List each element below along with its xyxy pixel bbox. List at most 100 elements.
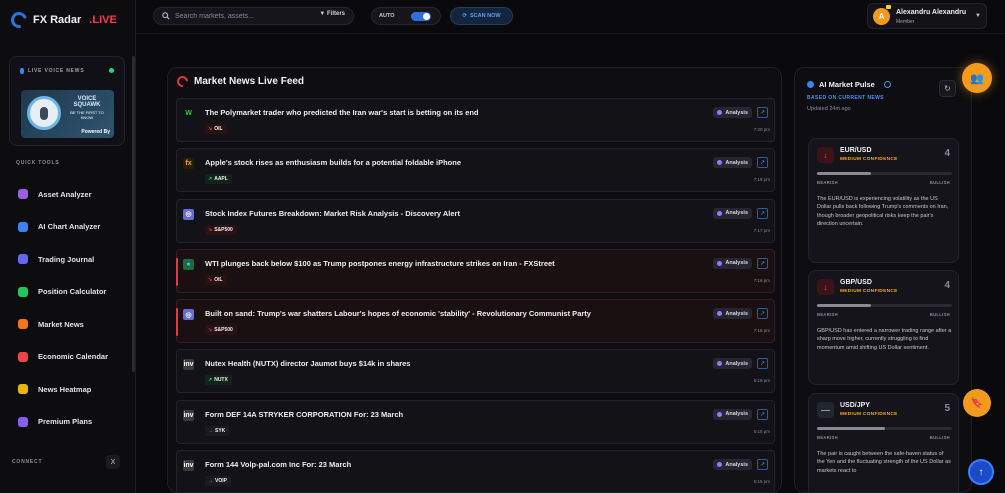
ticker-badge[interactable]: ↗ NUTX	[205, 375, 232, 386]
sidebar-scrollbar[interactable]	[132, 56, 135, 372]
source-logo-icon: ●	[183, 258, 194, 270]
analysis-label: Analysis	[725, 109, 748, 116]
analysis-button[interactable]: Analysis	[713, 358, 752, 370]
auto-label: AUTO	[379, 13, 395, 19]
scroll-top-button[interactable]: ↑	[968, 459, 994, 485]
bookmark-icon: 🔖	[970, 397, 984, 409]
sidebar-item-label: AI Chart Analyzer	[38, 222, 101, 232]
sidebar-item-premium-plans[interactable]: Premium Plans	[14, 406, 129, 439]
sidebar-item-position-calculator[interactable]: Position Calculator	[14, 276, 129, 309]
external-link-icon[interactable]: ↗	[757, 358, 768, 370]
news-title[interactable]: Stock Index Futures Breakdown: Market Ri…	[205, 209, 460, 218]
ticker-badge[interactable]: ↗ AAPL	[205, 174, 232, 185]
sentiment-fill	[817, 304, 871, 307]
sidebar-item-trading-journal[interactable]: Trading Journal	[14, 243, 129, 276]
filters-label: Filters	[326, 11, 345, 17]
external-link-icon[interactable]: ↗	[757, 408, 768, 420]
filters-button[interactable]: ▼ Filters	[319, 11, 345, 17]
news-item[interactable]: ◎ Built on sand: Trump's war shatters Lab…	[176, 299, 775, 344]
crown-badge-icon	[886, 5, 891, 9]
ticker-badge[interactable]: ↘ S&P500	[205, 224, 237, 235]
live-voice-news-card[interactable]: LIVE VOICE NEWS VOICE SQUAWK BE THE FIRS…	[9, 56, 125, 146]
news-item[interactable]: ◎ Stock Index Futures Breakdown: Market R…	[176, 198, 775, 243]
analysis-button[interactable]: Analysis	[713, 107, 752, 118]
news-title[interactable]: Form DEF 14A STRYKER CORPORATION For: 23…	[205, 410, 403, 419]
scan-now-button[interactable]: ⟳ SCAN NOW	[450, 7, 513, 25]
users-group-icon: 👥	[970, 72, 984, 85]
pulse-card[interactable]: ↓ EUR/USD MEDIUM CONFIDENCE 4 BEARISH BULLISH…	[808, 138, 959, 263]
news-item[interactable]: W The Polymarket trader who predicted the…	[176, 98, 775, 142]
pulse-card[interactable]: ↓ GBP/USD MEDIUM CONFIDENCE 4 BEARISH BULLISH…	[808, 270, 959, 385]
feed-title: Market News Live Feed	[194, 76, 305, 87]
voice-squawk-banner[interactable]: VOICE SQUAWK BE THE FIRST TO KNOW Powere…	[21, 90, 114, 138]
analysis-label: Analysis	[725, 260, 748, 267]
ticker-symbol: OIL	[214, 126, 223, 132]
sentiment-fill	[817, 427, 885, 430]
bullish-label: BULLISH	[929, 312, 950, 317]
analysis-button[interactable]: Analysis	[713, 257, 752, 269]
ticker-badge[interactable]: → SYK	[205, 425, 230, 436]
pulse-score: 5	[944, 403, 950, 414]
community-button[interactable]: 👥	[962, 63, 992, 93]
bookmark-button[interactable]: 🔖	[963, 389, 991, 417]
sidebar-item-economic-calendar[interactable]: Economic Calendar	[14, 341, 129, 374]
x-social-button[interactable]: X	[106, 455, 120, 469]
currency-pair: EUR/USD	[840, 147, 872, 154]
pulse-icon	[807, 81, 814, 88]
news-item[interactable]: inv Form 144 Volp-pal.com Inc For: 23 Mar…	[176, 450, 775, 492]
analysis-button[interactable]: Analysis	[713, 207, 752, 219]
external-link-icon[interactable]: ↗	[757, 107, 768, 118]
pulse-summary: The pair is caught between the safe-have…	[817, 451, 951, 474]
search-bar[interactable]: ▼ Filters	[153, 7, 354, 25]
external-link-icon[interactable]: ↗	[757, 207, 768, 219]
analysis-button[interactable]: Analysis	[713, 308, 752, 320]
calculator-icon	[18, 286, 28, 297]
news-item[interactable]: ● WTI plunges back below $100 as Trump po…	[176, 248, 775, 293]
news-title[interactable]: The Polymarket trader who predicted the …	[205, 108, 479, 117]
external-link-icon[interactable]: ↗	[757, 157, 768, 169]
news-time: 7:18 pm	[753, 177, 770, 183]
news-item[interactable]: inv Form DEF 14A STRYKER CORPORATION For:…	[176, 399, 775, 444]
sidebar-item-news-heatmap[interactable]: News Heatmap	[14, 373, 129, 406]
source-logo-icon: ◎	[183, 309, 194, 321]
external-link-icon[interactable]: ↗	[757, 257, 768, 269]
feed-header: Market News Live Feed	[174, 73, 305, 90]
brand[interactable]: FX Radar .LIVE	[8, 9, 117, 31]
top-bar: ▼ Filters AUTO ⟳ SCAN NOW A Alexandru Al…	[136, 0, 1005, 34]
sidebar-item-market-news[interactable]: Market News	[14, 308, 129, 341]
pulse-card[interactable]: — USD/JPY MEDIUM CONFIDENCE 5 BEARISH BULLISH…	[808, 393, 959, 492]
news-time: 7:16 pm	[753, 277, 770, 283]
news-title[interactable]: Form 144 Volp-pal.com Inc For: 23 March	[205, 460, 351, 469]
news-title[interactable]: WTI plunges back below $100 as Trump pos…	[205, 259, 555, 268]
refresh-pulse-button[interactable]: ↻	[939, 80, 956, 97]
bearish-label: BEARISH	[817, 180, 838, 185]
ticker-badge[interactable]: ↘ OIL	[205, 274, 227, 285]
ticker-badge[interactable]: ↘ OIL	[205, 124, 227, 134]
sidebar-item-ai-chart-analyzer[interactable]: AI Chart Analyzer	[14, 211, 129, 244]
news-item[interactable]: fx Apple's stock rises as enthusiasm buil…	[176, 148, 775, 193]
analysis-button[interactable]: Analysis	[713, 408, 752, 420]
news-title[interactable]: Built on sand: Trump's war shatters Labo…	[205, 309, 591, 318]
radar-feed-icon	[174, 73, 191, 90]
analysis-button[interactable]: Analysis	[713, 157, 752, 169]
news-title[interactable]: Apple's stock rises as enthusiasm builds…	[205, 158, 461, 167]
analysis-button[interactable]: Analysis	[713, 459, 752, 471]
info-icon[interactable]	[883, 81, 891, 88]
user-menu[interactable]: A Alexandru Alexandru Member ▼	[867, 3, 987, 29]
sidebar-item-label: Position Calculator	[38, 287, 107, 297]
ticker-symbol: SYK	[215, 427, 226, 434]
news-title[interactable]: Nutex Health (NUTX) director Jaumot buys…	[205, 359, 410, 368]
news-item[interactable]: inv Nutex Health (NUTX) director Jaumot b…	[176, 349, 775, 394]
auto-toggle[interactable]	[411, 12, 431, 21]
pulse-summary: GBP/USD has entered a narrower trading r…	[817, 328, 952, 351]
bearish-label: BEARISH	[817, 312, 838, 317]
ticker-badge[interactable]: → VOIP	[205, 476, 231, 487]
external-link-icon[interactable]: ↗	[757, 459, 768, 471]
sidebar-item-asset-analyzer[interactable]: Asset Analyzer	[14, 178, 129, 211]
analysis-icon	[717, 160, 723, 166]
ticker-badge[interactable]: ↘ S&P500	[205, 325, 237, 336]
external-link-icon[interactable]: ↗	[757, 308, 768, 320]
news-time: 7:20 pm	[753, 127, 770, 132]
search-input[interactable]	[175, 12, 315, 20]
pulse-based-on: BASED ON CURRENT NEWS	[807, 95, 885, 101]
